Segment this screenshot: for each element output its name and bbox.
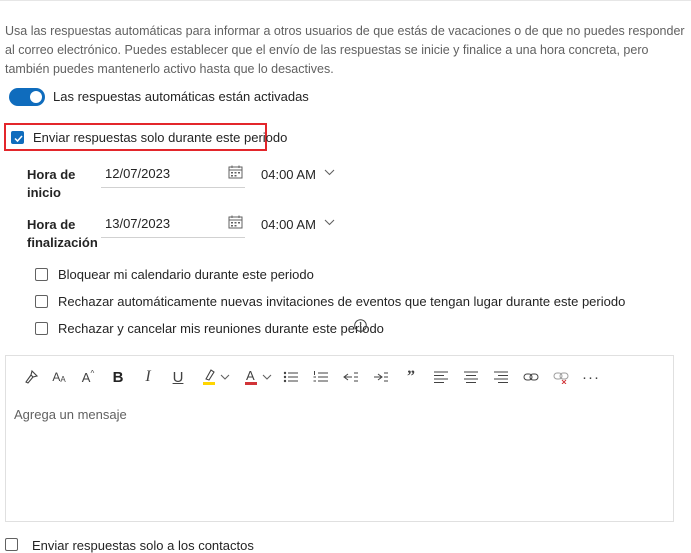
format-painter-icon[interactable] — [21, 366, 41, 388]
italic-icon[interactable]: I — [139, 366, 157, 388]
decrease-indent-icon[interactable] — [342, 366, 360, 388]
svg-text:A: A — [246, 368, 255, 383]
font-size-decrease-icon[interactable]: AA — [49, 366, 69, 388]
contacts-only-checkbox[interactable] — [5, 538, 18, 551]
message-editor[interactable]: AA A ^ B I U A ” ··· Agrega un mensaje — [5, 355, 674, 522]
period-checkbox-label: Enviar respuestas solo durante este peri… — [33, 130, 288, 145]
underline-icon[interactable]: U — [169, 366, 187, 388]
chevron-down-icon — [324, 169, 335, 176]
font-size-increase-icon[interactable]: A ^ — [78, 366, 98, 388]
start-label-line2: inicio — [27, 185, 61, 200]
highlight-color-icon[interactable] — [200, 366, 234, 388]
period-checkbox[interactable] — [11, 131, 24, 144]
info-icon[interactable] — [354, 319, 367, 332]
start-date-value: 12/07/2023 — [105, 166, 171, 181]
start-label-line1: Hora de — [27, 167, 76, 182]
chevron-down-icon — [324, 219, 335, 226]
start-time-value: 04:00 AM — [261, 167, 316, 182]
start-date-field[interactable]: 12/07/2023 — [101, 161, 245, 188]
end-date-field[interactable]: 13/07/2023 — [101, 211, 245, 238]
bold-icon[interactable]: B — [109, 366, 127, 388]
end-time-label: Hora de finalización — [27, 216, 98, 252]
end-label-line2: finalización — [27, 235, 98, 250]
calendar-icon[interactable] — [228, 215, 243, 234]
insert-link-icon[interactable] — [522, 366, 540, 388]
start-time-label: Hora de inicio — [27, 166, 75, 202]
align-left-icon[interactable] — [432, 366, 450, 388]
intro-description: Usa las respuestas automáticas para info… — [5, 24, 685, 76]
checkmark-icon — [14, 135, 23, 143]
decline-invitations-checkbox[interactable] — [35, 295, 48, 308]
more-options-icon[interactable]: ··· — [582, 366, 600, 388]
bulleted-list-icon[interactable] — [282, 366, 300, 388]
cancel-meetings-checkbox[interactable] — [35, 322, 48, 335]
block-calendar-checkbox[interactable] — [35, 268, 48, 281]
font-color-icon[interactable]: A — [242, 366, 276, 388]
align-right-icon[interactable] — [492, 366, 510, 388]
start-time-dropdown[interactable]: 04:00 AM — [261, 164, 341, 186]
top-divider — [0, 0, 691, 1]
formatting-toolbar: AA A ^ B I U A ” ··· — [6, 356, 673, 398]
quote-icon[interactable]: ” — [402, 366, 420, 388]
decline-invitations-label: Rechazar automáticamente nuevas invitaci… — [58, 294, 626, 309]
align-center-icon[interactable] — [462, 366, 480, 388]
end-time-value: 04:00 AM — [261, 217, 316, 232]
block-calendar-label: Bloquear mi calendario durante este peri… — [58, 267, 314, 282]
end-date-value: 13/07/2023 — [105, 216, 171, 231]
end-label-line1: Hora de — [27, 217, 76, 232]
calendar-icon[interactable] — [228, 165, 243, 184]
message-placeholder: Agrega un mensaje — [14, 407, 127, 422]
end-time-dropdown[interactable]: 04:00 AM — [261, 214, 341, 236]
cancel-meetings-label: Rechazar y cancelar mis reuniones durant… — [58, 321, 384, 336]
increase-indent-icon[interactable] — [372, 366, 390, 388]
auto-reply-toggle[interactable] — [9, 88, 45, 106]
toggle-knob — [30, 91, 42, 103]
auto-reply-toggle-label: Las respuestas automáticas están activad… — [53, 89, 309, 104]
numbered-list-icon[interactable] — [312, 366, 330, 388]
remove-link-icon[interactable] — [552, 366, 570, 388]
